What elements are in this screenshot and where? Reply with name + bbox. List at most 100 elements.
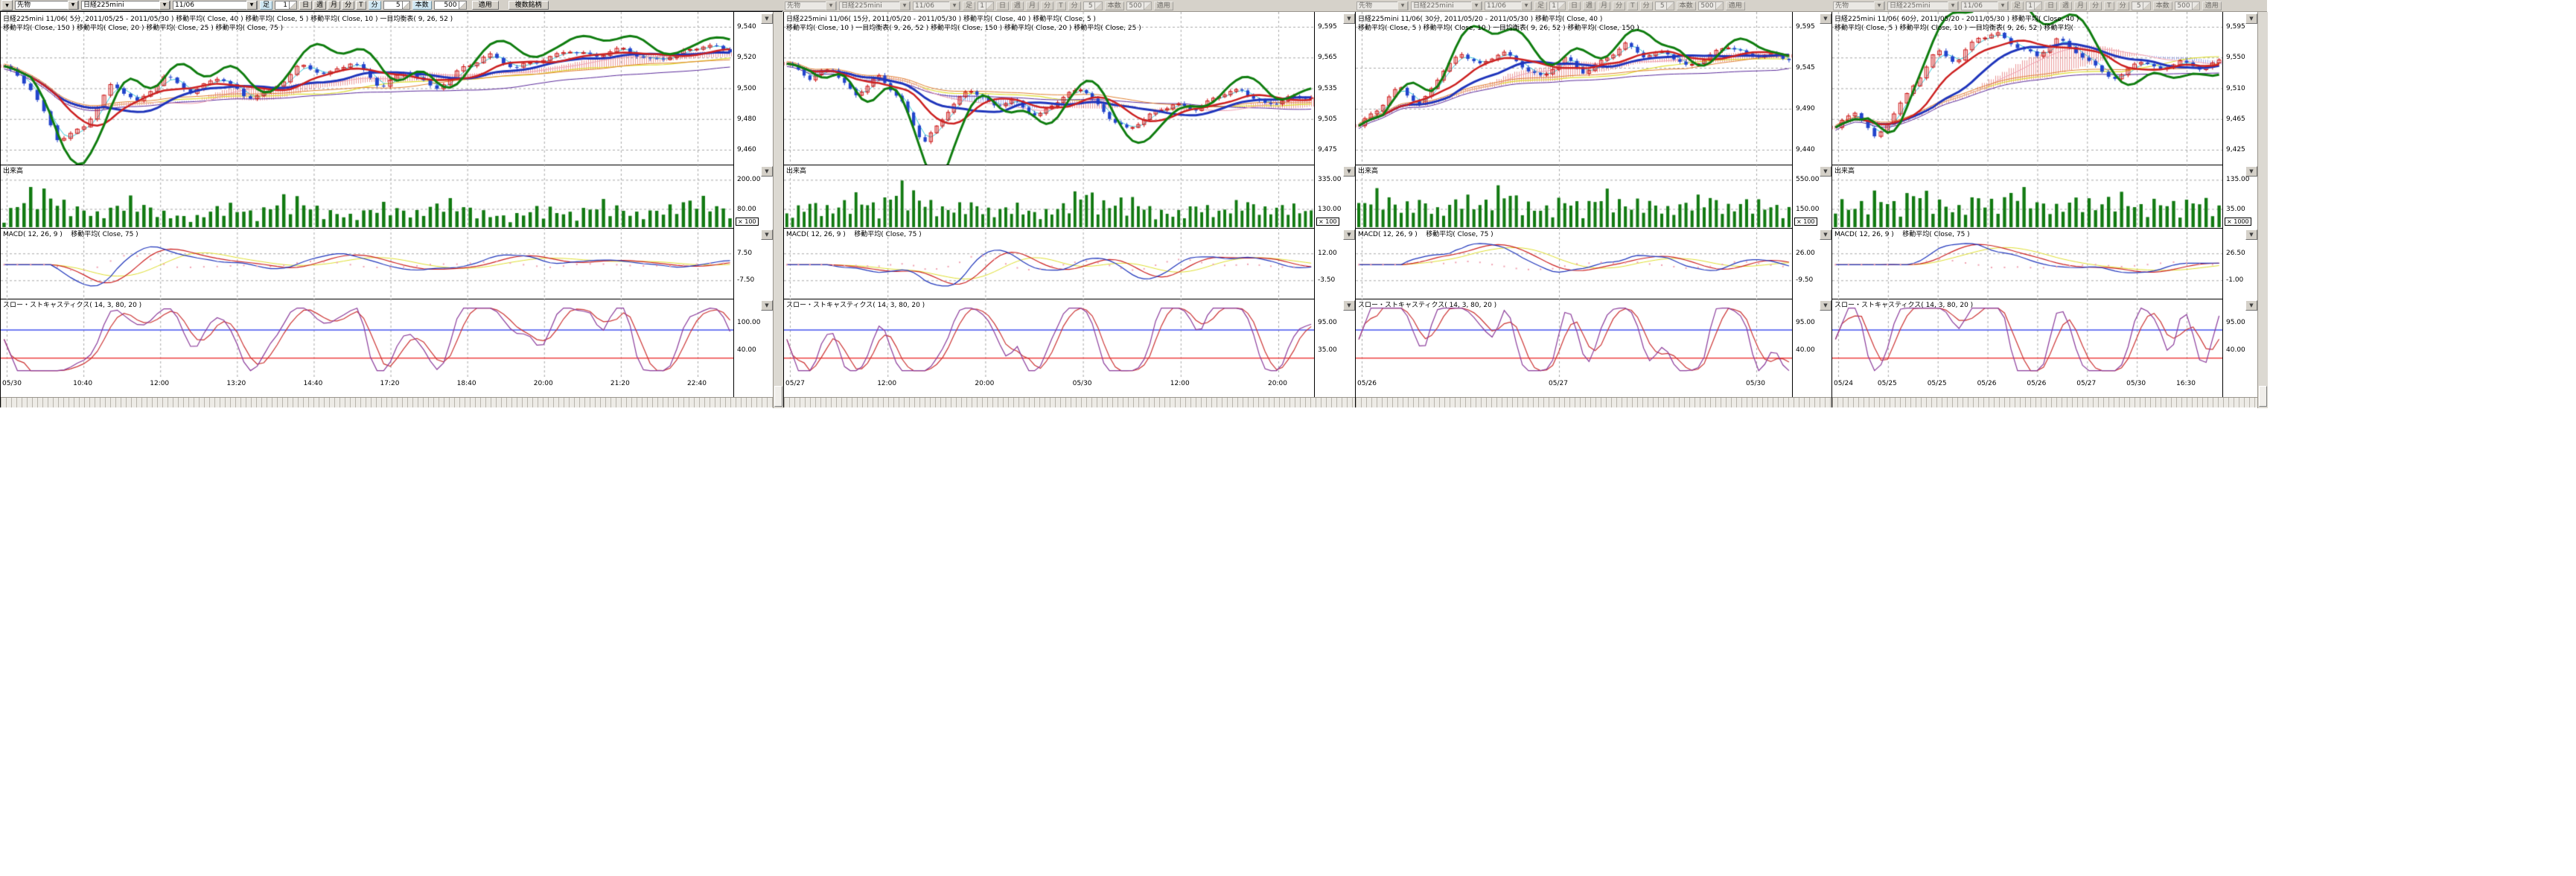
vertical-scrollbar[interactable] (2257, 12, 2268, 408)
vertical-scrollbar[interactable] (773, 12, 783, 408)
pane-dropdown-button[interactable]: ▼ (761, 13, 773, 24)
multi-symbol-button[interactable]: 複数銘柄 (508, 1, 549, 10)
bars-value: 500 (435, 1, 459, 9)
time-axis: 05/2605/2705/30 (1356, 377, 1792, 397)
vertical-scrollbar-thumb[interactable] (2259, 386, 2267, 407)
pane-dropdown-button[interactable]: ▼ (1820, 300, 1831, 311)
horizontal-scrollbar[interactable] (784, 397, 1356, 407)
ghost-btn: T (1056, 1, 1066, 10)
period-button-4[interactable]: T (356, 1, 366, 10)
ghost-combo-value: 日経225mini (841, 1, 882, 10)
price-axis-tick: 9,460 (737, 146, 756, 153)
macd-canvas (784, 228, 1314, 299)
minute-mode-button[interactable]: 分 (369, 1, 381, 10)
price-axis-tick: 9,520 (737, 54, 756, 61)
price-axis-tick: 9,465 (2226, 115, 2245, 123)
ghost-combo-value: 11/06 (1963, 1, 1983, 10)
volume-axis-tick: 550.00 (1796, 176, 1820, 183)
price-axis-tick: 9,565 (1318, 54, 1337, 61)
price-axis-tick: 9,425 (2226, 146, 2245, 153)
panel-title-line2: 移動平均( Close, 10 ) 一目均衡表( 9, 26, 52 ) 移動平… (786, 22, 1141, 32)
panel-title-line2: 移動平均( Close, 150 ) 移動平均( Close, 20 ) 移動平… (3, 22, 283, 32)
period-button-0[interactable]: 日 (299, 1, 312, 10)
horizontal-scrollbar[interactable] (1, 397, 774, 407)
time-axis-tick: 05/30 (1746, 380, 1765, 387)
macd-axis-tick: 7.50 (737, 250, 752, 257)
ghost-btn: 適用 (1154, 1, 1173, 10)
stoch-pane: スロー・ストキャスティクス( 14, 3, 80, 20 ) (1, 299, 733, 378)
price-axis-column: 9,5959,5659,5359,5059,475335.00130.0012.… (1314, 12, 1356, 407)
time-axis-tick: 16:30 (2176, 380, 2196, 387)
ghost-combo-value: 11/06 (915, 1, 934, 10)
ghost-btn: 日 (1568, 1, 1581, 10)
pane-dropdown-button[interactable]: ▼ (761, 300, 773, 311)
ghost-combo-value: 日経225mini (1413, 1, 1454, 10)
ghost-btn: T (2104, 1, 2114, 10)
price-canvas (1, 12, 733, 165)
ghost-spin: 5 (1083, 1, 1103, 10)
ghost-btn: 本数 (1677, 1, 1696, 10)
ghost-combo-value: 11/06 (1487, 1, 1506, 10)
price-axis-tick: 9,500 (737, 85, 756, 92)
spinner-icon[interactable] (289, 1, 296, 9)
period-button-3[interactable]: 分 (342, 1, 354, 10)
ghost-toolbar-2[interactable]: 先物▼日経225mini▼11/06▼足1日週月分T分5本数500適用 (1355, 0, 1831, 12)
pane-dropdown-button[interactable]: ▼ (2245, 229, 2257, 240)
period-button-1[interactable]: 週 (313, 1, 326, 10)
pane-dropdown-button[interactable]: ▼ (2245, 300, 2257, 311)
ashi-count-spinner[interactable]: 1 (275, 1, 297, 10)
ghost-toolbar-controls: 先物▼日経225mini▼11/06▼足1日週月分T分5本数500適用 (1831, 0, 2267, 11)
stoch-axis-tick: 40.00 (1796, 346, 1815, 354)
contract-combo[interactable]: 11/06 ▼ (173, 1, 258, 10)
price-axis-column: 9,5409,5209,5009,4809,460200.0080.007.50… (733, 12, 774, 407)
vol-pane: 出来高 (1832, 165, 2222, 229)
pane-dropdown-button[interactable]: ▼ (1343, 300, 1355, 311)
ghost-spin-value: 500 (2175, 2, 2192, 10)
chevron-down-icon[interactable]: ▼ (246, 1, 257, 10)
category-combo[interactable]: 先物 ▼ (15, 1, 79, 10)
chevron-down-icon: ▼ (1948, 1, 1958, 10)
bars-spinner[interactable]: 500 (434, 1, 467, 10)
spinner-icon (1715, 2, 1723, 10)
pane-dropdown-button[interactable]: ▼ (1343, 166, 1355, 177)
ghost-btn: 分 (1613, 1, 1625, 10)
pane-dropdown-button[interactable]: ▼ (1820, 229, 1831, 240)
pane-dropdown-button[interactable]: ▼ (1820, 13, 1831, 24)
horizontal-scrollbar[interactable] (1832, 397, 2258, 407)
pane-dropdown-button[interactable]: ▼ (1343, 229, 1355, 240)
mini-dropdown-button[interactable]: ▼ (1, 0, 13, 10)
spinner-icon[interactable] (459, 1, 466, 9)
pane-dropdown-button[interactable]: ▼ (2245, 166, 2257, 177)
horizontal-scrollbar[interactable] (1356, 397, 1832, 407)
stoch-canvas (784, 299, 1314, 377)
price-axis-tick: 9,505 (1318, 115, 1337, 123)
pane-dropdown-button[interactable]: ▼ (761, 166, 773, 177)
category-combo-value: 先物 (17, 1, 31, 10)
chevron-down-icon[interactable]: ▼ (159, 1, 170, 10)
ashi-toggle-button[interactable]: 足 (260, 1, 272, 10)
macd-axis-tick: -1.00 (2226, 276, 2243, 284)
apply-button[interactable]: 適用 (472, 1, 499, 10)
pane-dropdown-button[interactable]: ▼ (761, 229, 773, 240)
pane-dropdown-button[interactable]: ▼ (1820, 166, 1831, 177)
ghost-btn: 適用 (2202, 1, 2222, 10)
ghost-toolbar-1[interactable]: 先物▼日経225mini▼11/06▼足1日週月分T分5本数500適用 (783, 0, 1355, 12)
minute-spinner[interactable]: 5 (383, 1, 410, 10)
ghost-toolbar-controls: 先物▼日経225mini▼11/06▼足1日週月分T分5本数500適用 (1355, 0, 1831, 11)
vertical-scrollbar-thumb[interactable] (774, 386, 782, 407)
pane-dropdown-button[interactable]: ▼ (1343, 13, 1355, 24)
macd-pane: MACD( 12, 26, 9 ) 移動平均( Close, 75 ) (784, 228, 1314, 299)
price-axis-tick: 9,510 (2226, 85, 2245, 92)
pane-dropdown-button[interactable]: ▼ (2245, 13, 2257, 24)
stoch-pane: スロー・ストキャスティクス( 14, 3, 80, 20 ) (784, 299, 1314, 378)
time-axis-tick: 22:40 (687, 380, 707, 387)
stoch-axis-tick: 40.00 (2226, 346, 2245, 354)
symbol-combo[interactable]: 日経225mini ▼ (81, 1, 170, 10)
macd-pane-label: MACD( 12, 26, 9 ) 移動平均( Close, 75 ) (3, 229, 138, 238)
ghost-toolbar-3[interactable]: 先物▼日経225mini▼11/06▼足1日週月分T分5本数500適用 (1831, 0, 2267, 12)
chevron-down-icon[interactable]: ▼ (68, 1, 78, 10)
ghost-btn: 日 (996, 1, 1009, 10)
time-axis-tick: 20:00 (1268, 380, 1287, 387)
spinner-icon[interactable] (402, 1, 409, 9)
period-button-2[interactable]: 月 (328, 1, 340, 10)
